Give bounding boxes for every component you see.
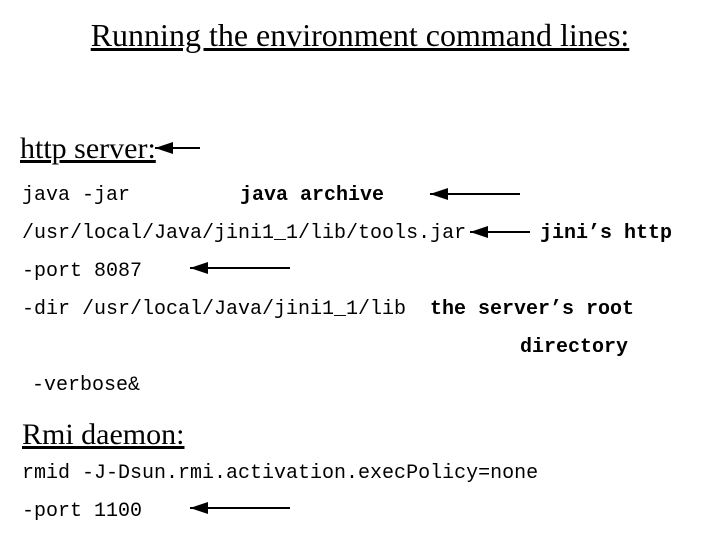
slide-title: Running the environment command lines:	[0, 18, 720, 53]
cmd-java-jar: java -jar	[22, 184, 130, 207]
cmd-dir: -dir /usr/local/Java/jini1_1/lib	[22, 298, 406, 321]
cmd-rmid: rmid -J-Dsun.rmi.activation.execPolicy=n…	[22, 462, 538, 485]
cmd-port-8087: -port 8087	[22, 260, 142, 283]
section-http-server: http server:	[20, 132, 156, 166]
section-rmi-daemon: Rmi daemon:	[22, 418, 184, 452]
annot-directory: directory	[520, 336, 628, 359]
annot-jini-http: jini’s http	[540, 222, 672, 245]
cmd-verbose: -verbose&	[32, 374, 140, 397]
cmd-tools-jar-path: /usr/local/Java/jini1_1/lib/tools.jar	[22, 222, 466, 245]
cmd-port-1100: -port 1100	[22, 500, 142, 523]
annot-java-archive: java archive	[240, 184, 384, 207]
annot-server-root: the server’s root	[430, 298, 634, 321]
slide: Running the environment command lines: h…	[0, 0, 720, 540]
